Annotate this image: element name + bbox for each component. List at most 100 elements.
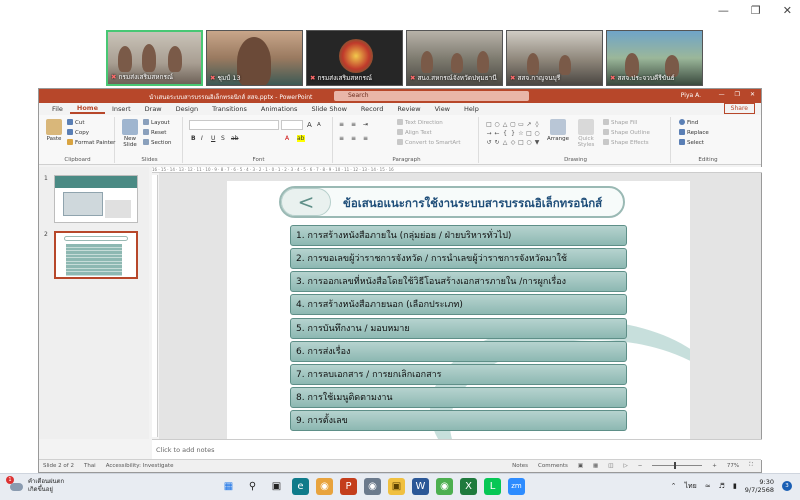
text-direction-button[interactable]: Text Direction xyxy=(397,119,443,126)
zoom-out-icon[interactable]: − xyxy=(638,463,643,469)
align-center-icon[interactable]: ≡ xyxy=(351,135,356,142)
find-button[interactable]: Find xyxy=(679,119,698,126)
list-item[interactable]: 4. การสร้างหนังสือภายนอก (เลือกประเภท) xyxy=(290,294,627,316)
minimize-icon[interactable]: — xyxy=(718,4,729,17)
italic-icon[interactable]: I xyxy=(201,135,203,142)
slide-thumbnail-1[interactable] xyxy=(54,175,138,223)
font-color-icon[interactable]: A xyxy=(285,135,289,142)
speaker-icon[interactable]: ♬ xyxy=(719,482,725,490)
zoom-app-icon[interactable]: zm xyxy=(508,478,525,495)
chrome-browser-icon[interactable]: ◉ xyxy=(436,478,453,495)
tab-help[interactable]: Help xyxy=(457,105,486,113)
windows-start-icon[interactable]: ▦ xyxy=(220,478,237,495)
shapes-gallery[interactable]: □ ○ △ ▢ ▭ ↗ ◊ → ←{} ☆ □ ○ ↺ ↻ △ ◇ □ ○ ▼ xyxy=(485,120,541,148)
shape-effects-button[interactable]: Shape Effects xyxy=(603,139,649,146)
cut-button[interactable]: Cut xyxy=(67,119,84,126)
accessibility-status[interactable]: Accessibility: Investigate xyxy=(106,463,174,469)
file-explorer-icon[interactable]: ▣ xyxy=(388,478,405,495)
participant-tile[interactable]: ✖ กรมส่งเสริมสหกรณ์ xyxy=(306,30,403,86)
align-right-icon[interactable]: ≡ xyxy=(363,135,368,142)
indent-icon[interactable]: ⇥ xyxy=(363,121,368,128)
copy-button[interactable]: Copy xyxy=(67,129,89,136)
slide-canvas[interactable]: < ข้อเสนอแนะการใช้งานระบบสารบรรณอิเล็กทร… xyxy=(227,181,690,440)
chrome-icon[interactable]: ◉ xyxy=(316,478,333,495)
search-icon[interactable]: ⚲ xyxy=(244,478,261,495)
arrange-button[interactable]: Arrange xyxy=(545,119,571,142)
notes-button[interactable]: Notes xyxy=(512,463,528,469)
grow-font-button[interactable]: A xyxy=(307,121,312,129)
strikethrough-icon[interactable]: ab xyxy=(231,135,239,142)
shape-outline-button[interactable]: Shape Outline xyxy=(603,129,650,136)
select-button[interactable]: Select xyxy=(679,139,704,146)
fit-slide-icon[interactable]: ⛶ xyxy=(749,462,753,469)
align-left-icon[interactable]: ≡ xyxy=(339,135,344,142)
tab-insert[interactable]: Insert xyxy=(105,105,138,113)
paste-button[interactable]: Paste xyxy=(43,119,65,142)
list-item[interactable]: 2. การขอเลขผู้ว่าราชการจังหวัด / การนำเล… xyxy=(290,248,627,270)
search-box[interactable]: Search xyxy=(334,91,529,101)
list-item[interactable]: 6. การส่งเรื่อง xyxy=(290,340,627,362)
format-painter-button[interactable]: Format Painter xyxy=(67,139,115,146)
slideshow-icon[interactable]: ▷ xyxy=(623,463,627,469)
notification-badge[interactable]: 3 xyxy=(782,481,792,491)
convert-smartart-button[interactable]: Convert to SmartArt xyxy=(397,139,461,146)
zoom-slider[interactable] xyxy=(652,462,703,469)
slide-sorter-icon[interactable]: ▦ xyxy=(593,463,598,469)
list-item[interactable]: 5. การบันทึกงาน / มอบหมาย xyxy=(290,317,627,339)
align-text-button[interactable]: Align Text xyxy=(397,129,432,136)
battery-icon[interactable]: ▮ xyxy=(733,482,737,490)
tab-record[interactable]: Record xyxy=(354,105,390,113)
shape-fill-button[interactable]: Shape Fill xyxy=(603,119,637,126)
slide-thumbnail-2[interactable] xyxy=(54,231,138,279)
list-item[interactable]: 7. การลบเอกสาร / การยกเลิกเอกสาร xyxy=(290,363,627,385)
minimize-icon[interactable]: — xyxy=(719,91,725,98)
list-item[interactable]: 3. การออกเลขที่หนังสือโดยใช้วิธีโอนสร้าง… xyxy=(290,271,627,293)
word-icon[interactable]: W xyxy=(412,478,429,495)
close-icon[interactable]: ✕ xyxy=(783,4,792,17)
comments-button[interactable]: Comments xyxy=(538,463,568,469)
chevron-up-icon[interactable]: ⌃ xyxy=(671,482,677,490)
shrink-font-button[interactable]: A xyxy=(317,122,321,128)
section-button[interactable]: Section xyxy=(143,139,171,146)
reading-view-icon[interactable]: ◫ xyxy=(608,463,613,469)
list-item[interactable]: 8. การใช้เมนูติดตามงาน xyxy=(290,386,627,408)
font-family-select[interactable] xyxy=(189,120,279,130)
list-item[interactable]: 9. การตั้งเลข xyxy=(290,410,627,432)
tab-design[interactable]: Design xyxy=(169,105,205,113)
line-icon[interactable]: L xyxy=(484,478,501,495)
participant-tile[interactable]: ✖ กรมส่งเสริมสหกรณ์ xyxy=(106,30,203,86)
participant-tile[interactable]: ✖ สสจ.กาญจนบุรี xyxy=(506,30,603,86)
notes-pane[interactable]: Click to add notes xyxy=(152,439,762,460)
tab-home[interactable]: Home xyxy=(69,104,105,114)
tab-review[interactable]: Review xyxy=(390,105,427,113)
underline-icon[interactable]: U xyxy=(211,135,215,142)
user-name[interactable]: Piya A. xyxy=(681,92,701,99)
wifi-icon[interactable]: ≈ xyxy=(705,482,711,490)
normal-view-icon[interactable]: ▣ xyxy=(578,463,583,469)
new-slide-button[interactable]: New Slide xyxy=(119,119,141,148)
task-view-icon[interactable]: ▣ xyxy=(268,478,285,495)
reset-button[interactable]: Reset xyxy=(143,129,166,136)
weather-widget[interactable]: 1 คำเตือนฝนตก เกิดขึ้นอยู่ xyxy=(6,476,64,494)
bullets-icon[interactable]: ≡ xyxy=(339,121,344,128)
slide-title-banner[interactable]: < ข้อเสนอแนะการใช้งานระบบสารบรรณอิเล็กทร… xyxy=(279,186,625,218)
tab-draw[interactable]: Draw xyxy=(138,105,169,113)
highlight-icon[interactable]: ab xyxy=(297,135,305,142)
restore-icon[interactable]: ❐ xyxy=(751,4,761,17)
language-indicator[interactable]: Thai xyxy=(84,463,96,469)
quick-styles-button[interactable]: Quick Styles xyxy=(573,119,599,148)
participant-tile[interactable]: ✖ ชุมป์ 13 xyxy=(206,30,303,86)
tab-file[interactable]: File xyxy=(45,105,70,113)
zoom-level[interactable]: 77% xyxy=(727,463,739,469)
bold-icon[interactable]: B xyxy=(191,135,196,142)
replace-button[interactable]: Replace xyxy=(679,129,709,136)
participant-tile[interactable]: ✖ สสจ.ประจวบคีรีขันธ์ xyxy=(606,30,703,86)
clock[interactable]: 9:30 9/7/2568 xyxy=(745,478,774,494)
tab-transitions[interactable]: Transitions xyxy=(205,105,254,113)
excel-icon[interactable]: X xyxy=(460,478,477,495)
participant-tile[interactable]: ✖ สนง.สหกรณ์จังหวัดปทุมธานี xyxy=(406,30,503,86)
font-size-select[interactable] xyxy=(281,120,303,130)
camera-icon[interactable]: ◉ xyxy=(364,478,381,495)
restore-icon[interactable]: ❐ xyxy=(735,91,740,98)
close-icon[interactable]: ✕ xyxy=(750,91,755,98)
